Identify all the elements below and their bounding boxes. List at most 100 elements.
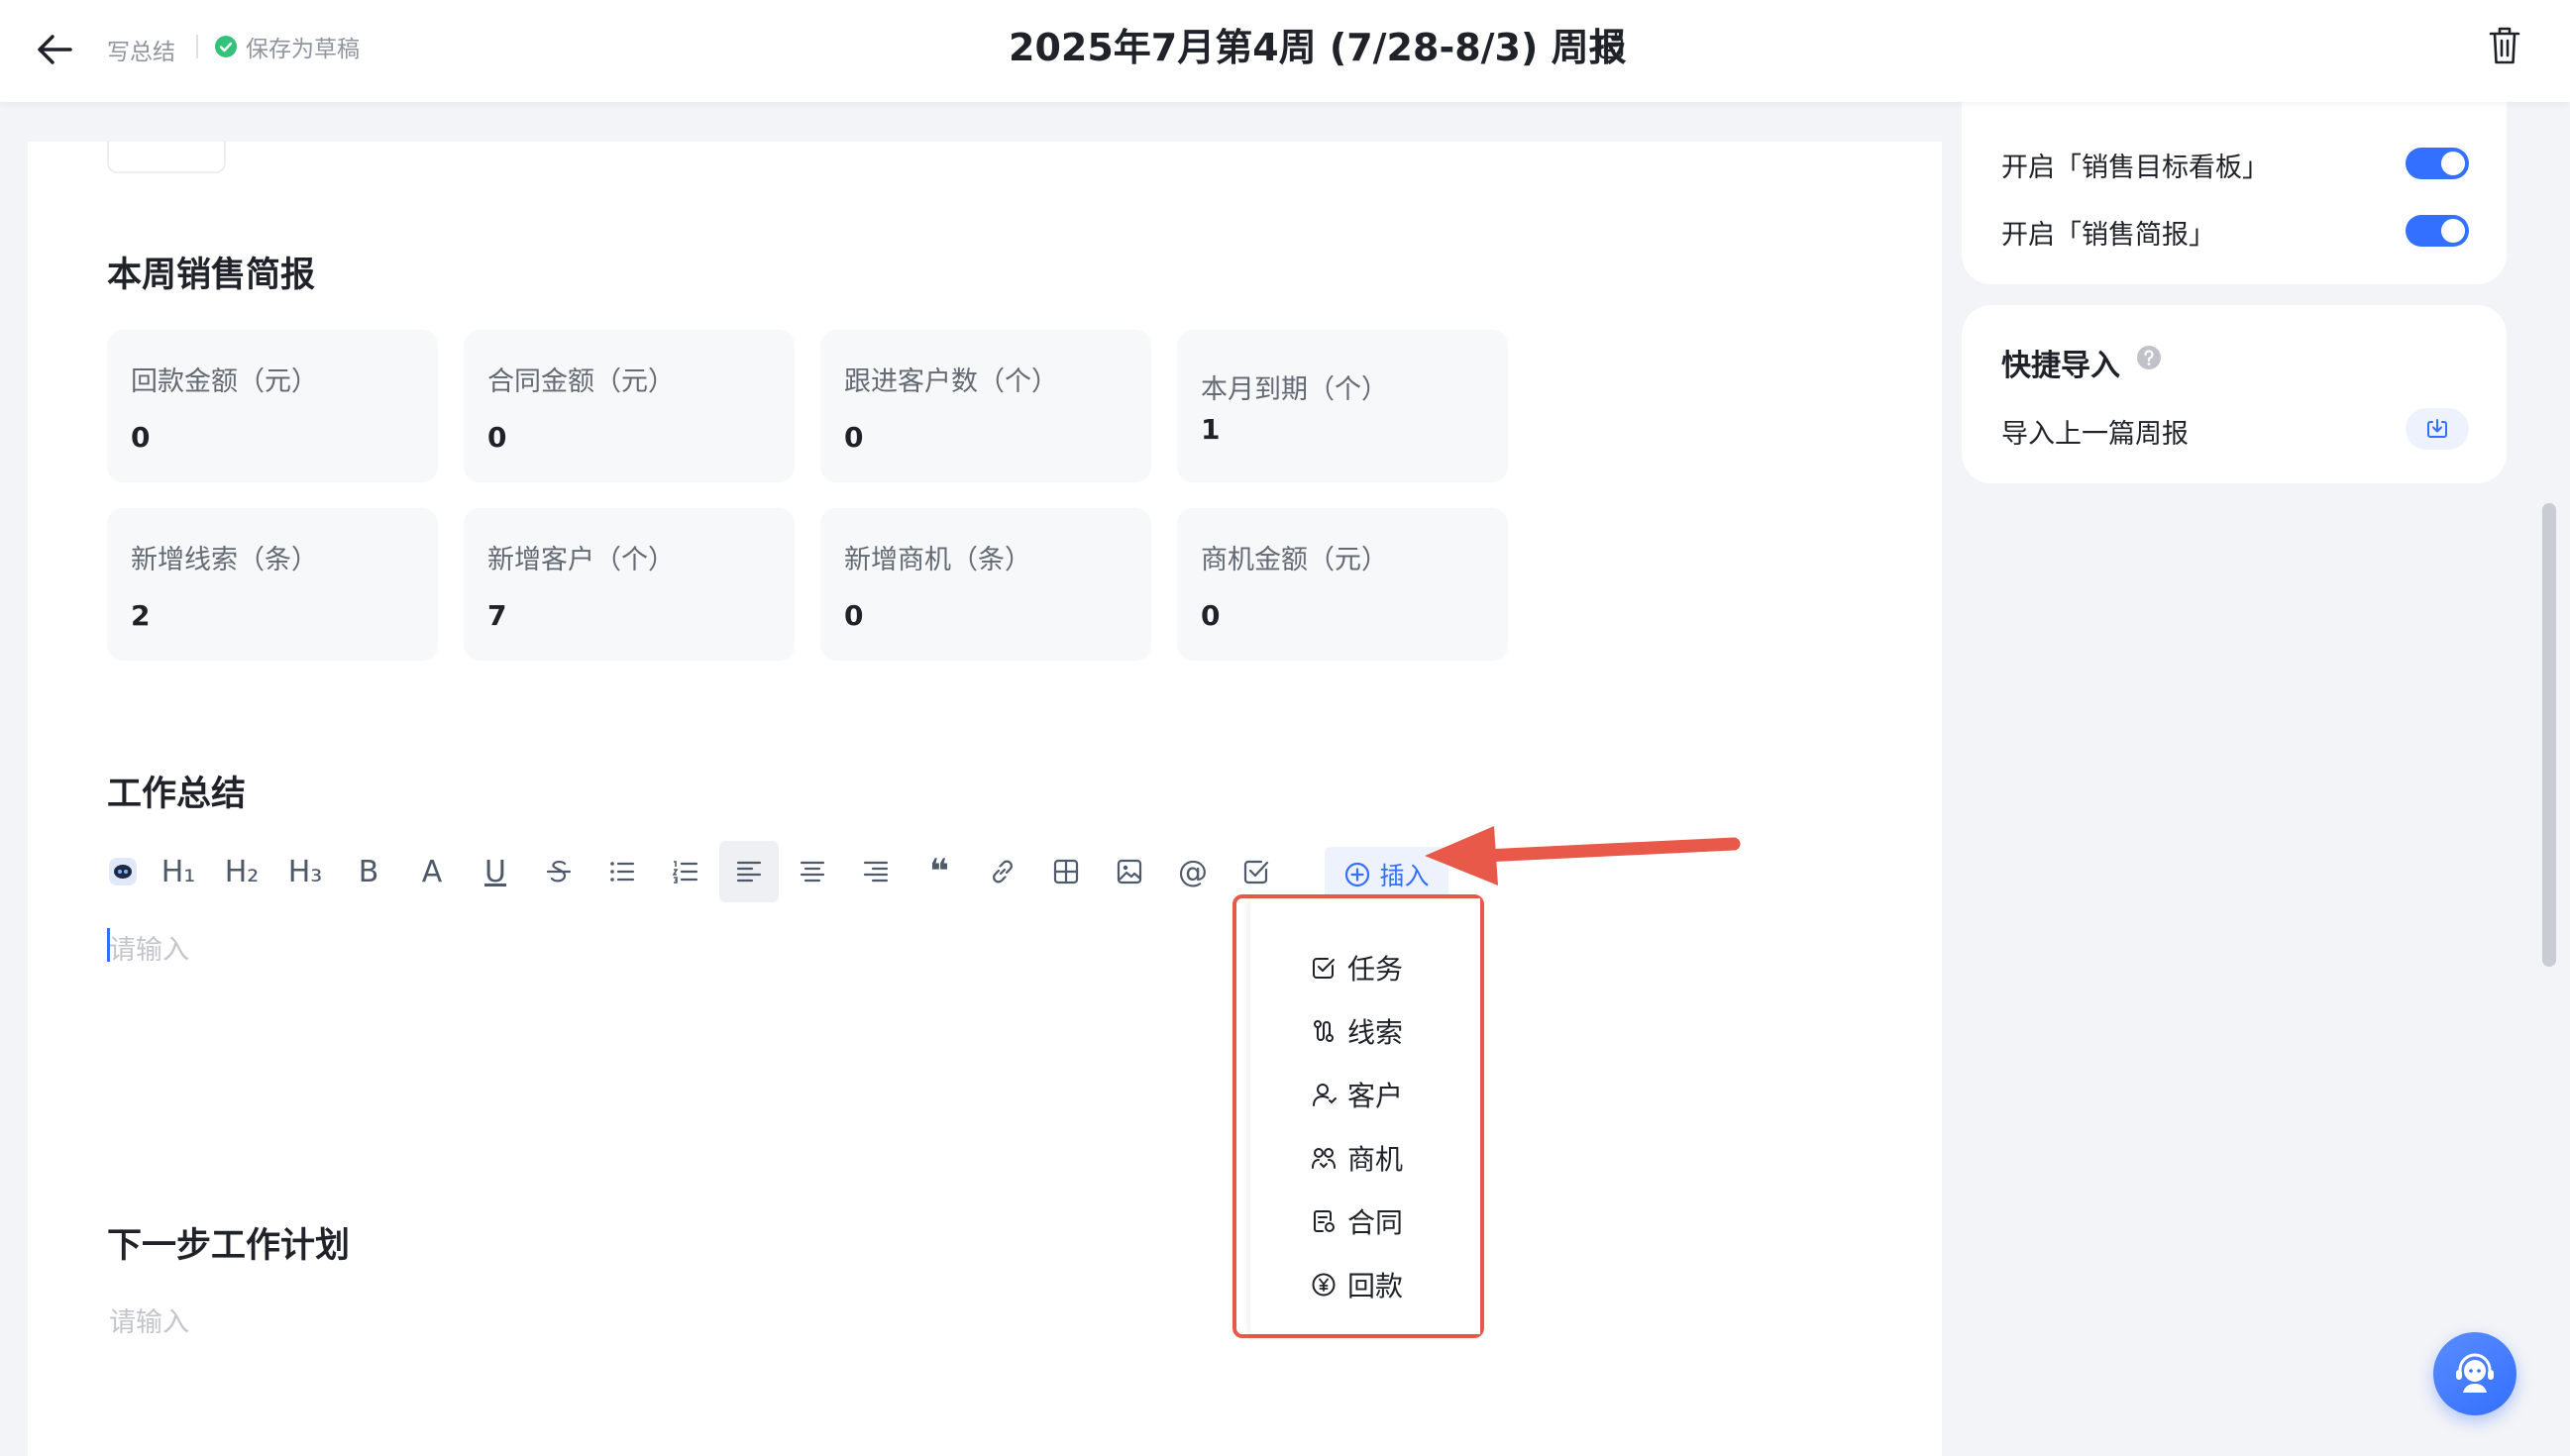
- stat-card-new-opportunities: 新增商机（条） 0: [820, 508, 1151, 661]
- toggle-label-sales-target: 开启「销售目标看板」: [2001, 153, 2269, 183]
- back-arrow-icon[interactable]: [33, 28, 76, 71]
- ordered-list-button[interactable]: [656, 841, 715, 902]
- bold-button[interactable]: B: [339, 841, 398, 902]
- plus-circle-icon: [1345, 862, 1370, 887]
- stat-label: 合同金额（元）: [487, 366, 675, 397]
- insert-menu-item-task[interactable]: 任务: [1250, 940, 1484, 995]
- menu-item-label: 商机: [1347, 1143, 1404, 1176]
- work-summary-input[interactable]: 请输入: [109, 928, 189, 967]
- yuan-coin-icon: [1312, 1273, 1336, 1297]
- menu-item-label: 合同: [1347, 1206, 1404, 1239]
- heading1-button[interactable]: H₁: [149, 841, 208, 902]
- calendar-icon[interactable]: [1595, 31, 1627, 62]
- stat-card-contract: 合同金额（元） 0: [464, 330, 795, 482]
- underline-button[interactable]: U: [466, 841, 525, 902]
- breadcrumb-label: 写总结: [107, 40, 175, 65]
- import-last-report-label: 导入上一篇周报: [2001, 419, 2189, 450]
- stat-value: 0: [844, 421, 864, 454]
- work-summary-title: 工作总结: [107, 775, 247, 814]
- insert-menu-item-opportunity[interactable]: 商机: [1250, 1130, 1484, 1186]
- insert-dropdown-menu: 任务 线索 客户 商机 合同 回款: [1232, 894, 1484, 1338]
- stat-value: 0: [844, 599, 864, 632]
- trash-icon[interactable]: [2485, 24, 2524, 67]
- handshake-icon: [1312, 1148, 1336, 1169]
- stat-label: 新增客户（个）: [487, 545, 675, 575]
- stat-value: 1: [1201, 413, 1221, 446]
- stat-label: 本月到期（个）: [1201, 374, 1388, 405]
- sales-board-settings-card: 开启「销售目标看板」 开启「销售简报」: [1962, 102, 2507, 284]
- ordered-list-icon: [672, 861, 698, 884]
- link-button[interactable]: [973, 841, 1032, 902]
- font-color-glyph: A: [421, 854, 443, 889]
- image-icon: [1117, 859, 1142, 884]
- task-check-icon: [1313, 958, 1335, 979]
- next-plan-input[interactable]: 请输入: [109, 1300, 189, 1339]
- strikethrough-button[interactable]: [529, 841, 589, 902]
- font-color-button[interactable]: A: [402, 841, 462, 902]
- heading2-button[interactable]: H₂: [212, 841, 271, 902]
- stat-card-new-customers: 新增客户（个） 7: [464, 508, 795, 661]
- align-left-button[interactable]: [719, 841, 779, 902]
- insert-menu-item-payment[interactable]: 回款: [1250, 1257, 1484, 1312]
- stat-card-payment: 回款金额（元） 0: [107, 330, 438, 482]
- save-status: 保存为草稿: [214, 31, 360, 62]
- align-right-button[interactable]: [846, 841, 906, 902]
- insert-menu-item-customer[interactable]: 客户: [1250, 1067, 1484, 1122]
- checklist-button[interactable]: [1227, 841, 1286, 902]
- ai-robot-icon: [109, 858, 137, 885]
- ai-assistant-button[interactable]: [99, 841, 147, 902]
- underline-glyph: U: [484, 854, 506, 889]
- stat-label: 新增商机（条）: [844, 545, 1031, 575]
- insert-menu-item-contract[interactable]: 合同: [1250, 1194, 1484, 1249]
- align-center-button[interactable]: [783, 841, 842, 902]
- page-title: 2025年7月第4周 (7/28-8/3) 周报: [1009, 26, 1627, 69]
- stat-value: 0: [131, 421, 151, 454]
- mention-button[interactable]: @: [1163, 841, 1223, 902]
- quick-import-card: 快捷导入 导入上一篇周报: [1962, 305, 2507, 483]
- bullet-list-button[interactable]: [592, 841, 652, 902]
- next-plan-title: 下一步工作计划: [107, 1226, 351, 1266]
- heading3-button[interactable]: H₃: [275, 841, 335, 902]
- sales-brief-toggle[interactable]: [2406, 215, 2469, 247]
- save-status-text: 保存为草稿: [246, 37, 360, 62]
- image-button[interactable]: [1100, 841, 1159, 902]
- quick-import-title: 快捷导入: [2001, 349, 2120, 383]
- bold-glyph: B: [358, 854, 379, 889]
- table-button[interactable]: [1036, 841, 1096, 902]
- stat-card-opportunity-amount: 商机金额（元） 0: [1177, 508, 1508, 661]
- headset-agent-icon: [2456, 1353, 2494, 1393]
- align-center-icon: [800, 861, 825, 883]
- import-last-report-button[interactable]: [2406, 408, 2469, 450]
- sales-target-board-toggle[interactable]: [2406, 148, 2469, 179]
- stat-card-new-leads: 新增线索（条） 2: [107, 508, 438, 661]
- stat-value: 0: [487, 421, 507, 454]
- lead-path-icon: [1314, 1020, 1334, 1042]
- editor-panel: 本周销售简报 回款金额（元） 0 合同金额（元） 0 跟进客户数（个） 0 本月…: [28, 142, 1942, 1456]
- stat-value: 0: [1201, 599, 1221, 632]
- stat-label: 商机金额（元）: [1201, 545, 1388, 575]
- menu-item-label: 回款: [1347, 1270, 1404, 1302]
- stat-value: 2: [131, 599, 151, 632]
- toggle-label-sales-brief: 开启「销售简报」: [2001, 220, 2215, 251]
- heading1-glyph: H₁: [161, 854, 196, 889]
- insert-menu-list: 任务 线索 客户 商机 合同 回款: [1250, 898, 1480, 1334]
- menu-item-label: 客户: [1347, 1080, 1404, 1112]
- stat-card-followup: 跟进客户数（个） 0: [820, 330, 1151, 482]
- table-icon: [1053, 859, 1079, 884]
- stat-label: 新增线索（条）: [131, 545, 318, 575]
- menu-item-label: 任务: [1347, 953, 1404, 986]
- heading2-glyph: H₂: [224, 854, 260, 889]
- download-icon: [2427, 419, 2447, 438]
- scrollbar-thumb[interactable]: [2542, 503, 2556, 967]
- align-left-icon: [736, 861, 762, 883]
- customer-service-button[interactable]: [2433, 1332, 2516, 1415]
- collapsed-block: [107, 142, 226, 173]
- bullet-list-icon: [610, 862, 635, 882]
- mention-glyph: @: [1178, 854, 1208, 889]
- help-question-icon[interactable]: [2136, 345, 2162, 370]
- insert-menu-item-lead[interactable]: 线索: [1250, 1003, 1484, 1059]
- stat-label: 跟进客户数（个）: [844, 366, 1058, 397]
- strikethrough-icon: [546, 860, 572, 883]
- contract-document-icon: [1314, 1210, 1335, 1232]
- quote-button[interactable]: ❝: [910, 841, 969, 902]
